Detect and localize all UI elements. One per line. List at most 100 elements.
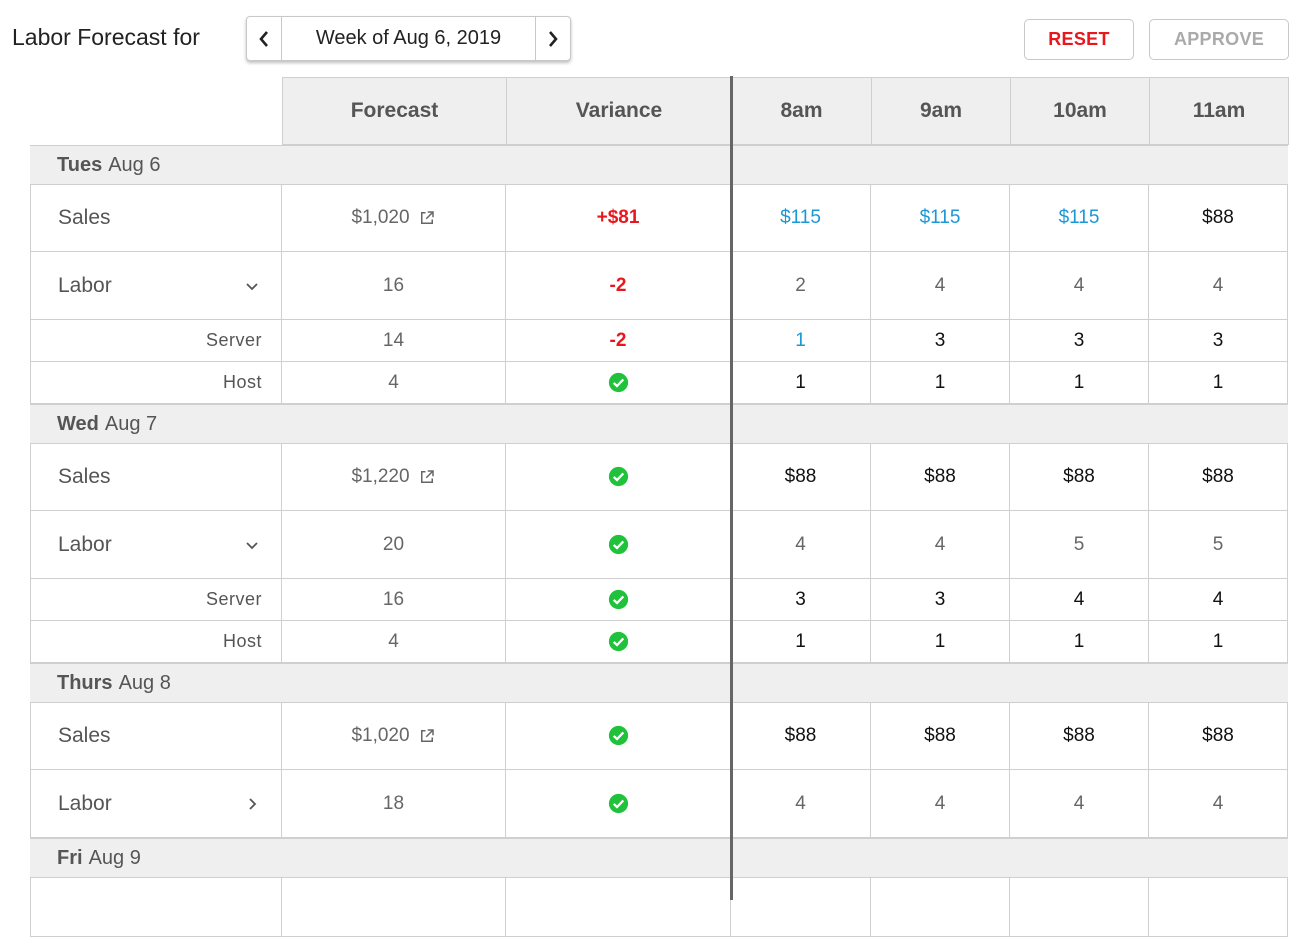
row-host-h1-value: 1: [934, 630, 946, 652]
row-labor-forecast-value: 16: [382, 274, 405, 296]
day-date: Aug 9: [88, 846, 141, 869]
row-sales-label: Sales: [30, 184, 282, 252]
row-sales-label-text: Sales: [58, 464, 111, 488]
row-labor-variance-value: -2: [609, 274, 627, 296]
row-sales-label: Sales: [30, 702, 282, 770]
row-server-h2-cell[interactable]: 3: [1010, 320, 1149, 362]
forecast-table: Forecast Variance 8am 9am 10am 11am Tues Aug 6 S…: [0, 0, 1309, 937]
row-sales-h0-value: $88: [784, 465, 817, 487]
check-circle-icon: [608, 589, 628, 610]
row-server-h0-value: 3: [795, 588, 806, 610]
row-sales-h2-cell[interactable]: $88: [1010, 443, 1149, 511]
row-sales-forecast[interactable]: $1,020: [282, 184, 506, 252]
row-server-forecast-value: 16: [382, 588, 405, 610]
check-circle-icon: [608, 466, 628, 487]
row-labor-label[interactable]: Labor: [30, 770, 282, 838]
row-host-h0-value: 1: [795, 371, 806, 393]
row-sales-h0-cell[interactable]: $88: [731, 702, 871, 770]
row-server-h3-cell[interactable]: 3: [1149, 320, 1288, 362]
row-sales-h3-cell[interactable]: $88: [1149, 184, 1288, 252]
row-host-h3-value: 1: [1212, 630, 1224, 652]
row-host-h1-cell[interactable]: 1: [871, 621, 1010, 663]
row-sales-forecast-value: $1,020: [351, 724, 410, 746]
row-host-h0-cell[interactable]: 1: [731, 621, 871, 663]
row-server-h1-value: 3: [934, 329, 946, 351]
row-sales-h3-value: $88: [1202, 465, 1234, 487]
row-host-h3-cell[interactable]: 1: [1149, 621, 1288, 663]
row-host-h2-cell[interactable]: 1: [1010, 621, 1149, 663]
day-name: Thurs: [57, 671, 113, 694]
empty-cell: [731, 877, 871, 937]
row-sales-h2-cell[interactable]: $88: [1010, 702, 1149, 770]
day-date: Aug 8: [118, 671, 171, 694]
row-server-h1-cell[interactable]: 3: [871, 320, 1010, 362]
row-sales-h2-value: $88: [1063, 465, 1095, 487]
row-sales-forecast[interactable]: $1,220: [282, 443, 506, 511]
row-host-label-text: Host: [222, 372, 262, 392]
row-sales-h0-cell[interactable]: $115: [731, 184, 871, 252]
row-labor-h3-cell[interactable]: 5: [1149, 511, 1288, 579]
row-sales-h0-value: $88: [784, 724, 817, 746]
header-11am: 11am: [1149, 77, 1289, 145]
row-sales-h2-cell[interactable]: $115: [1010, 184, 1149, 252]
row-sales-forecast[interactable]: $1,020: [282, 702, 506, 770]
day-row-thurs: Thurs Aug 8: [30, 663, 1288, 703]
row-labor-h0-value: 4: [795, 533, 806, 555]
row-labor-cell: [506, 511, 731, 579]
row-host-cell: [506, 621, 731, 663]
row-labor-h3-cell[interactable]: 4: [1149, 252, 1288, 320]
row-labor-h0-cell[interactable]: 4: [731, 770, 871, 838]
row-host-h1-cell[interactable]: 1: [871, 362, 1010, 404]
row-host-label-text: Host: [222, 631, 262, 651]
row-sales-h0-value: $115: [780, 206, 821, 228]
header-8am: 8am: [731, 77, 872, 145]
row-labor-h0-cell[interactable]: 4: [731, 511, 871, 579]
row-sales-h1-cell[interactable]: $115: [871, 184, 1010, 252]
row-server-h1-cell[interactable]: 3: [871, 579, 1010, 621]
row-labor-h2-cell[interactable]: 4: [1010, 770, 1149, 838]
row-labor-h1-cell[interactable]: 4: [871, 252, 1010, 320]
row-host-forecast-value: 4: [388, 630, 399, 652]
row-labor-h1-value: 4: [934, 792, 946, 814]
row-sales-h3-cell[interactable]: $88: [1149, 702, 1288, 770]
row-host-h2-cell[interactable]: 1: [1010, 362, 1149, 404]
row-labor-forecast-value: 18: [382, 792, 405, 814]
row-labor-h0-cell[interactable]: 2: [731, 252, 871, 320]
empty-cell: [506, 877, 731, 937]
check-circle-icon: [608, 725, 628, 746]
header-9am-label: 9am: [919, 99, 963, 122]
row-sales-h1-value: $88: [924, 465, 956, 487]
empty-cell: [1010, 877, 1149, 937]
row-server-h0-cell[interactable]: 1: [731, 320, 871, 362]
row-sales-cell: [506, 702, 731, 770]
row-host-h3-cell[interactable]: 1: [1149, 362, 1288, 404]
row-sales-h3-cell[interactable]: $88: [1149, 443, 1288, 511]
row-labor-h3-value: 4: [1212, 792, 1224, 814]
row-sales-h1-value: $88: [924, 724, 956, 746]
row-labor-h1-cell[interactable]: 4: [871, 511, 1010, 579]
row-host-h3-value: 1: [1212, 371, 1224, 393]
row-server-h3-cell[interactable]: 4: [1149, 579, 1288, 621]
row-server-h2-value: 4: [1073, 588, 1085, 610]
check-circle-icon: [608, 631, 628, 652]
check-circle-icon: [608, 793, 628, 814]
row-host-forecast: 4: [282, 362, 506, 404]
row-labor-cell: [506, 770, 731, 838]
row-labor-label[interactable]: Labor: [30, 511, 282, 579]
row-labor-h1-cell[interactable]: 4: [871, 770, 1010, 838]
row-labor-h3-value: 5: [1212, 533, 1224, 555]
row-labor-label[interactable]: Labor: [30, 252, 282, 320]
row-sales-h1-cell[interactable]: $88: [871, 702, 1010, 770]
row-server-h0-cell[interactable]: 3: [731, 579, 871, 621]
row-labor-h2-cell[interactable]: 5: [1010, 511, 1149, 579]
row-host-h0-cell[interactable]: 1: [731, 362, 871, 404]
row-labor-h3-cell[interactable]: 4: [1149, 770, 1288, 838]
chevron-down-icon: [246, 541, 258, 549]
header-variance-label: Variance: [575, 99, 663, 122]
row-server-h2-cell[interactable]: 4: [1010, 579, 1149, 621]
row-sales-h1-cell[interactable]: $88: [871, 443, 1010, 511]
row-sales-h0-cell[interactable]: $88: [731, 443, 871, 511]
row-labor-h2-cell[interactable]: 4: [1010, 252, 1149, 320]
row-labor-h1-value: 4: [934, 533, 946, 555]
row-labor-label-text: Labor: [58, 273, 112, 297]
